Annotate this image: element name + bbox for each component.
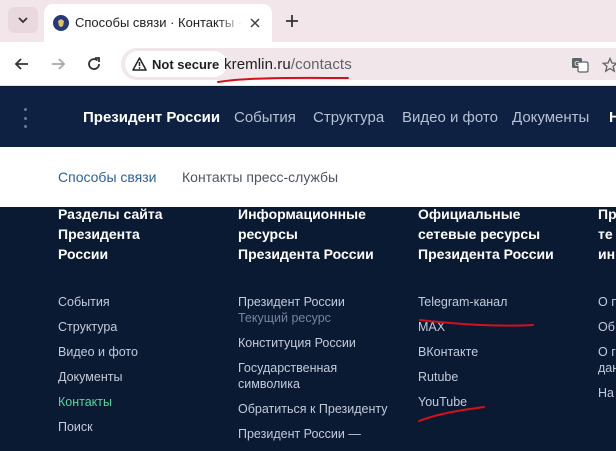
link-truncated-3[interactable]: О г bbox=[598, 344, 616, 360]
close-icon[interactable] bbox=[247, 15, 263, 31]
column-official-networks: Официальные сетевые ресурсы Президента Р… bbox=[418, 207, 554, 409]
site-brand-link[interactable]: Президент России bbox=[83, 109, 220, 126]
bookmark-star-icon[interactable] bbox=[601, 57, 616, 73]
link-documents[interactable]: Документы bbox=[58, 369, 138, 385]
chevron-down-icon bbox=[18, 17, 28, 24]
browser-tab-strip: Способы связи · Контакты · Президент Рос… bbox=[0, 0, 616, 42]
link-constitution[interactable]: Конституция России bbox=[238, 335, 387, 351]
back-button[interactable] bbox=[9, 51, 35, 77]
tab-title: Способы связи · Контакты · Президент Рос… bbox=[75, 15, 243, 30]
forward-button[interactable] bbox=[45, 51, 71, 77]
column-info-resources: Информационные ресурсы Президента России… bbox=[238, 207, 387, 441]
link-state-symbols-line2[interactable]: символика bbox=[238, 376, 387, 392]
link-truncated-1[interactable]: О п bbox=[598, 294, 616, 310]
link-events[interactable]: События bbox=[58, 294, 138, 310]
column-heading: Разделы сайта Президента России bbox=[58, 207, 163, 262]
contacts-subnav: Способы связи Контакты пресс-службы bbox=[0, 147, 616, 207]
menu-dots-icon[interactable] bbox=[22, 108, 28, 128]
link-telegram[interactable]: Telegram-канал bbox=[418, 294, 507, 310]
plus-icon bbox=[286, 15, 298, 27]
resource-columns: Разделы сайта Президента России События … bbox=[0, 207, 616, 451]
tab-search-button[interactable] bbox=[8, 7, 38, 33]
column-heading: Официальные сетевые ресурсы Президента Р… bbox=[418, 207, 554, 262]
url-text[interactable]: kremlin.ru/contacts bbox=[224, 56, 352, 73]
nav-item-structure[interactable]: Структура bbox=[313, 109, 384, 126]
reload-icon bbox=[88, 57, 100, 70]
site-main-nav: Президент России События Структура Видео… bbox=[0, 87, 616, 147]
link-truncated-4[interactable]: дан bbox=[598, 360, 616, 376]
link-state-symbols-line1[interactable]: Государственная bbox=[238, 360, 387, 376]
link-youtube[interactable]: YouTube bbox=[418, 394, 507, 410]
url-path: /contacts bbox=[290, 56, 352, 73]
kremlin-emblem-icon bbox=[53, 15, 69, 31]
browser-tab[interactable]: Способы связи · Контакты · Президент Рос… bbox=[44, 4, 272, 42]
link-truncated-2[interactable]: Об bbox=[598, 319, 616, 335]
link-truncated-5[interactable]: На bbox=[598, 385, 616, 401]
subnav-contact-methods[interactable]: Способы связи bbox=[58, 169, 157, 185]
link-structure[interactable]: Структура bbox=[58, 319, 138, 335]
link-president-russia-2[interactable]: Президент России — bbox=[238, 426, 387, 442]
svg-text:G: G bbox=[574, 60, 579, 68]
link-president-russia[interactable]: Президент России bbox=[238, 294, 387, 310]
nav-item-video-photo[interactable]: Видео и фото bbox=[402, 109, 498, 126]
warning-icon bbox=[132, 57, 147, 71]
column-site-sections: Разделы сайта Президента России События … bbox=[58, 207, 163, 434]
translate-icon[interactable]: G bbox=[571, 57, 589, 73]
browser-toolbar: Not secure kremlin.ru/contacts G bbox=[0, 42, 616, 86]
url-domain: kremlin.ru bbox=[224, 56, 291, 73]
link-max[interactable]: MAX bbox=[418, 319, 507, 335]
reload-button[interactable] bbox=[81, 51, 107, 77]
column-heading: Информационные ресурсы Президента России bbox=[238, 207, 374, 262]
link-appeal-president[interactable]: Обратиться к Президенту bbox=[238, 401, 387, 417]
nav-item-events[interactable]: События bbox=[234, 109, 296, 126]
arrow-right-icon bbox=[52, 58, 66, 70]
link-video-photo[interactable]: Видео и фото bbox=[58, 344, 138, 360]
link-contacts-active[interactable]: Контакты bbox=[58, 394, 138, 410]
not-secure-label: Not secure bbox=[152, 56, 220, 72]
column-heading: Пр те ин bbox=[598, 207, 616, 262]
nav-item-documents[interactable]: Документы bbox=[512, 109, 589, 126]
nav-item-truncated[interactable]: Н bbox=[609, 109, 616, 126]
current-resource-note: Текущий ресурс bbox=[238, 311, 331, 325]
address-bar[interactable]: Not secure kremlin.ru/contacts G bbox=[121, 48, 616, 80]
link-vkontakte[interactable]: ВКонтакте bbox=[418, 344, 507, 360]
site-info-chip[interactable]: Not secure bbox=[125, 51, 228, 77]
link-rutube[interactable]: Rutube bbox=[418, 369, 507, 385]
link-search[interactable]: Поиск bbox=[58, 419, 138, 435]
arrow-left-icon bbox=[14, 58, 28, 70]
new-tab-button[interactable] bbox=[281, 10, 303, 32]
column-truncated: Пр те ин О п Об О г дан На bbox=[598, 207, 616, 400]
subnav-press-contacts[interactable]: Контакты пресс-службы bbox=[182, 169, 338, 185]
